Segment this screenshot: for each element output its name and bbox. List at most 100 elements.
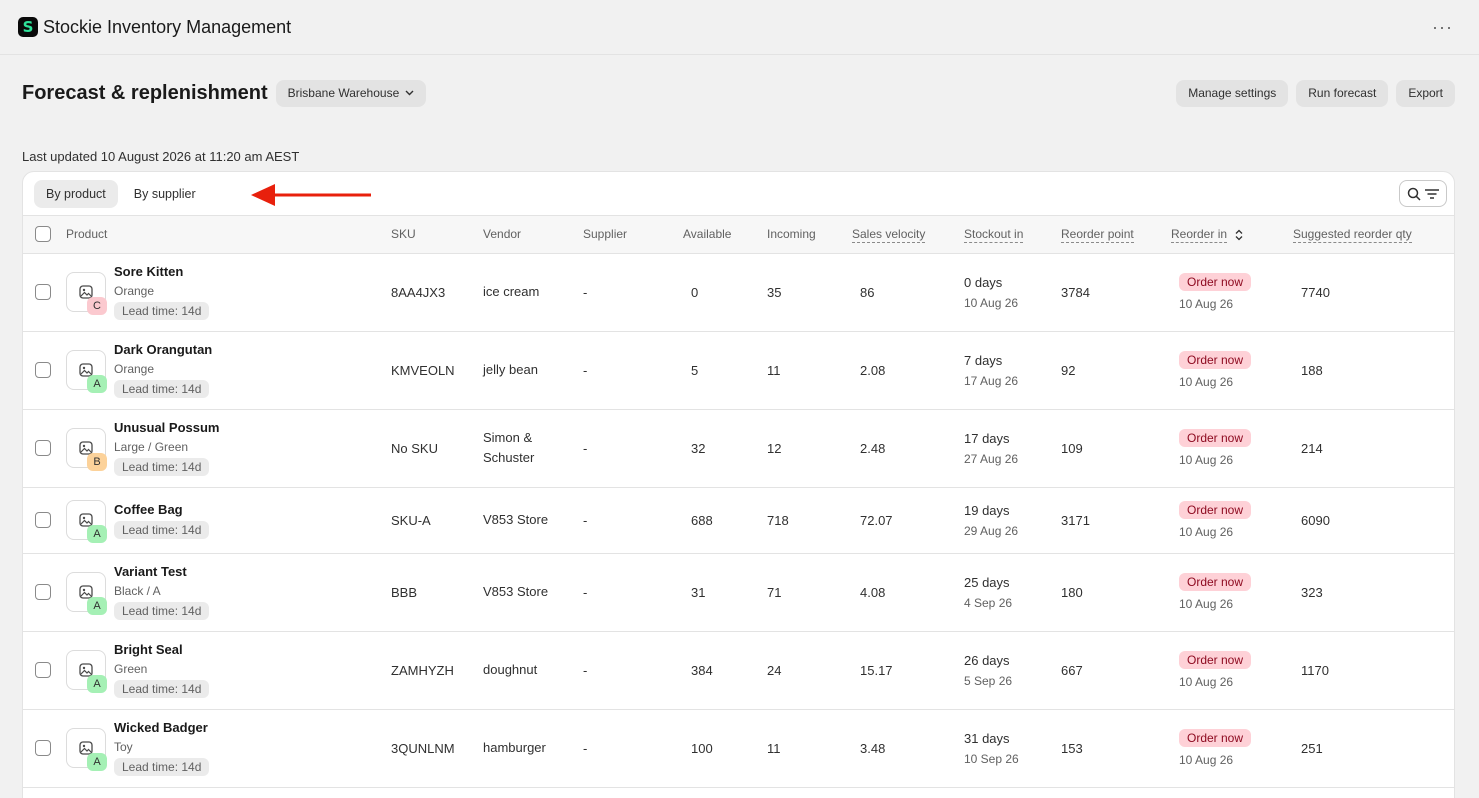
available-cell: 100 [683, 709, 767, 788]
row-checkbox[interactable] [35, 584, 51, 600]
run-forecast-button[interactable]: Run forecast [1296, 79, 1389, 107]
abc-grade-badge: C [87, 297, 107, 315]
product-variant: Green [114, 662, 148, 676]
suggested-qty-cell: 1170 [1293, 631, 1454, 710]
lead-time-badge: Lead time: 14d [114, 302, 210, 320]
stockout-days: 25 days [964, 574, 1010, 590]
row-checkbox[interactable] [35, 284, 51, 300]
export-button[interactable]: Export [1396, 79, 1455, 107]
product-name[interactable]: Variant Test [114, 564, 209, 579]
incoming-cell: 11 [767, 709, 852, 788]
product-name[interactable]: Sore Kitten [114, 264, 209, 279]
tab-by-supplier[interactable]: By supplier [122, 180, 208, 208]
lead-time-badge: Lead time: 14d [114, 680, 210, 698]
row-checkbox[interactable] [35, 440, 51, 456]
sku-cell: ZAMHYZH [391, 631, 483, 710]
sku-cell: SKU-A [391, 487, 483, 554]
product-thumbnail: A [66, 500, 107, 543]
forecast-card: By product By supplier Product SKU Vendo… [22, 171, 1455, 798]
velocity-cell: 2.48 [852, 409, 964, 488]
product-name[interactable]: Wicked Badger [114, 720, 209, 735]
abc-grade-badge: A [87, 675, 107, 693]
product-name[interactable]: Bright Seal [114, 642, 209, 657]
stockout-days: 19 days [964, 502, 1010, 518]
tab-by-product[interactable]: By product [34, 179, 118, 208]
reorder-point-cell: 3784 [1061, 253, 1171, 332]
reorder-date: 10 Aug 26 [1179, 525, 1234, 539]
chevron-down-icon [405, 90, 414, 96]
reorder-point-cell: 92 [1061, 331, 1171, 410]
reorder-date: 10 Aug 26 [1179, 753, 1234, 767]
product-thumbnail: B [66, 428, 107, 471]
lead-time-badge: Lead time: 14d [114, 380, 210, 398]
stockout-days: 26 days [964, 652, 1010, 668]
velocity-cell: 3.48 [852, 709, 964, 788]
velocity-cell: 15.17 [852, 631, 964, 710]
row-checkbox[interactable] [35, 512, 51, 528]
vendor-cell: ice cream [483, 284, 540, 299]
reorder-date: 10 Aug 26 [1179, 453, 1234, 467]
table-row[interactable]: A Dark Orangutan Orange Lead time: 14d K… [23, 331, 1454, 410]
table-row[interactable]: A Variant Test Black / A Lead time: 14d … [23, 553, 1454, 632]
column-suggested-qty[interactable]: Suggested reorder qty [1293, 227, 1412, 244]
order-now-badge: Order now [1179, 273, 1252, 291]
available-cell: 32 [683, 409, 767, 488]
product-name[interactable]: Dark Orangutan [114, 342, 212, 357]
column-reorder-in[interactable]: Reorder in [1171, 227, 1228, 244]
product-variant: Orange [114, 362, 155, 376]
column-product[interactable]: Product [66, 227, 107, 241]
row-checkbox[interactable] [35, 740, 51, 756]
vendor-cell: Simon & Schuster [483, 430, 535, 465]
product-variant: Black / A [114, 584, 161, 598]
column-sales-velocity[interactable]: Sales velocity [852, 227, 926, 244]
column-supplier[interactable]: Supplier [583, 227, 627, 241]
table-row[interactable]: C Sore Kitten Orange Lead time: 14d 8AA4… [23, 253, 1454, 332]
location-selector[interactable]: Brisbane Warehouse [275, 79, 427, 107]
stockout-days: 17 days [964, 430, 1010, 446]
column-vendor[interactable]: Vendor [483, 227, 521, 241]
incoming-cell: 11 [767, 331, 852, 410]
table-row[interactable]: A Bright Seal Green Lead time: 14d ZAMHY… [23, 631, 1454, 710]
table-header-row: Product SKU Vendor Supplier Available In… [23, 216, 1454, 254]
supplier-cell: - [583, 553, 683, 632]
column-reorder-point[interactable]: Reorder point [1061, 227, 1134, 244]
product-name[interactable]: Coffee Bag [114, 502, 209, 517]
manage-settings-button[interactable]: Manage settings [1176, 79, 1289, 107]
reorder-date: 10 Aug 26 [1179, 675, 1234, 689]
reorder-point-cell: 3171 [1061, 487, 1171, 554]
table-row[interactable]: B Unusual Possum Large / Green Lead time… [23, 409, 1454, 488]
location-label: Brisbane Warehouse [287, 86, 400, 100]
reorder-date: 10 Aug 26 [1179, 297, 1234, 311]
app-title: Stockie Inventory Management [43, 16, 292, 37]
vendor-cell: V853 Store [483, 512, 549, 527]
column-incoming[interactable]: Incoming [767, 227, 816, 241]
column-available[interactable]: Available [683, 227, 731, 241]
reorder-point-cell: 180 [1061, 553, 1171, 632]
order-now-badge: Order now [1179, 501, 1252, 519]
select-all-checkbox[interactable] [35, 226, 51, 243]
table-row[interactable]: A Coffee Bag Lead time: 14d SKU-A V853 S… [23, 487, 1454, 554]
table-row[interactable]: A Wicked Badger Toy Lead time: 14d 3QUNL… [23, 709, 1454, 788]
incoming-cell: 35 [767, 253, 852, 332]
lead-time-badge: Lead time: 14d [114, 602, 210, 620]
row-checkbox[interactable] [35, 662, 51, 678]
sort-icon[interactable] [1235, 229, 1243, 241]
stockout-date: 29 Aug 26 [964, 523, 1019, 538]
stockout-days: 0 days [964, 274, 1003, 290]
page-title: Forecast & replenishment [22, 81, 268, 104]
vendor-cell: hamburger [483, 740, 546, 755]
stockout-date: 10 Sep 26 [964, 751, 1019, 766]
column-stockout-in[interactable]: Stockout in [964, 227, 1024, 244]
sku-cell: 3QUNLNM [391, 709, 483, 788]
column-sku[interactable]: SKU [391, 227, 416, 241]
velocity-cell: 4.08 [852, 553, 964, 632]
row-checkbox[interactable] [35, 362, 51, 378]
stockout-date: 17 Aug 26 [964, 373, 1019, 388]
vendor-cell: V853 Store [483, 584, 549, 599]
sku-cell: No SKU [391, 409, 483, 488]
available-cell: 0 [683, 253, 767, 332]
more-options-button[interactable]: ··· [1432, 17, 1453, 38]
product-name[interactable]: Unusual Possum [114, 420, 219, 435]
search-filter-button[interactable] [1399, 180, 1447, 207]
sku-cell: KMVEOLN [391, 331, 483, 410]
